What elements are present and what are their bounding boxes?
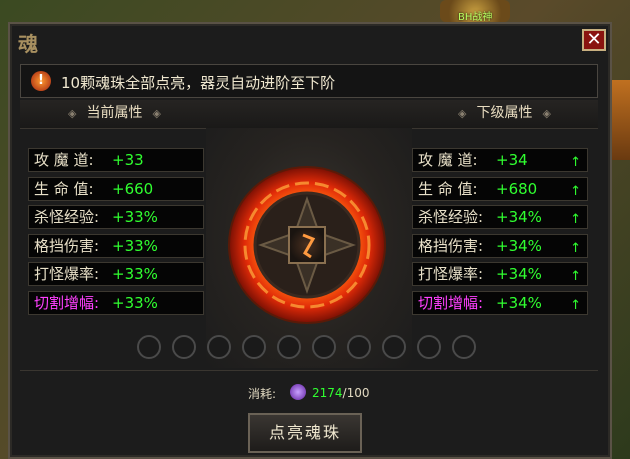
diamond-icon: ◈ [542, 106, 551, 120]
soul-bead-slot [382, 335, 406, 359]
next-attributes-title: 下级属性 [476, 105, 533, 121]
current-attributes-title: 当前属性 [86, 105, 143, 121]
arrow-up-icon: ↑ [570, 212, 581, 228]
soul-orb-icon [227, 165, 387, 325]
stat-row: 格挡伤害: +33% [28, 233, 204, 258]
next-attributes-header: ◈ 下级属性 ◈ [448, 102, 561, 126]
character-name-label: BH战神 [458, 12, 493, 23]
diamond-icon: ◈ [68, 106, 77, 120]
notice-text: 10颗魂珠全部点亮，器灵自动进阶至下阶 [61, 74, 336, 92]
stat-row: 打怪爆率: +34% ↑ [412, 262, 588, 287]
cost-need: 100 [346, 386, 370, 400]
soul-bead-slot [172, 335, 196, 359]
stat-row: 攻 魔 道: +34 ↑ [412, 148, 588, 172]
panel-logo-icon: 魂 [18, 32, 38, 56]
soul-bead-slot [207, 335, 231, 359]
warning-icon: ! [31, 71, 51, 91]
stat-row: 攻 魔 道: +33 [28, 148, 204, 172]
arrow-up-icon: ↑ [570, 183, 581, 199]
soul-bead-slot [347, 335, 371, 359]
arrow-up-icon: ↑ [570, 297, 581, 313]
divider [20, 370, 598, 371]
cost-have: 2174 [312, 386, 343, 400]
arrow-up-icon: ↑ [570, 155, 581, 170]
soul-bead-slot [417, 335, 441, 359]
stat-row: 生 命 值: +680 ↑ [412, 176, 588, 201]
arrow-up-icon: ↑ [570, 269, 581, 285]
stat-row: 格挡伤害: +34% ↑ [412, 233, 588, 258]
arrow-up-icon: ↑ [570, 240, 581, 256]
soul-bead-slot [312, 335, 336, 359]
light-soul-bead-button[interactable]: 点亮魂珠 [248, 413, 362, 453]
soul-bead-slot [452, 335, 476, 359]
stat-row-special: 切割增幅: +33% [28, 290, 204, 315]
current-stats-list: 攻 魔 道: +33 生 命 值: +660 杀怪经验: +33% 格挡伤害: +33%… [28, 148, 204, 320]
soul-bead-slot [277, 335, 301, 359]
stat-row: 杀怪经验: +34% ↑ [412, 205, 588, 230]
stat-row: 杀怪经验: +33% [28, 205, 204, 230]
diamond-icon: ◈ [152, 106, 161, 120]
next-stats-list: 攻 魔 道: +34 ↑ 生 命 值: +680 ↑ 杀怪经验: +34% ↑ 格挡伤害: +… [412, 148, 588, 320]
soul-bead-slot [242, 335, 266, 359]
current-attributes-header: ◈ 当前属性 ◈ [58, 102, 171, 126]
soul-gem-icon [290, 384, 306, 400]
stat-row-special: 切割增幅: +34% ↑ [412, 290, 588, 315]
stat-row: 打怪爆率: +33% [28, 262, 204, 287]
info-notice: ! 10颗魂珠全部点亮，器灵自动进阶至下阶 [20, 64, 598, 98]
diamond-icon: ◈ [458, 106, 467, 120]
world-object [612, 80, 630, 160]
close-button[interactable]: ✕ [582, 29, 606, 51]
cost-label: 消耗: [248, 387, 277, 401]
soul-bead-slot [137, 335, 161, 359]
cost-value: 2174/100 [312, 386, 370, 400]
stat-row: 生 命 值: +660 [28, 176, 204, 201]
